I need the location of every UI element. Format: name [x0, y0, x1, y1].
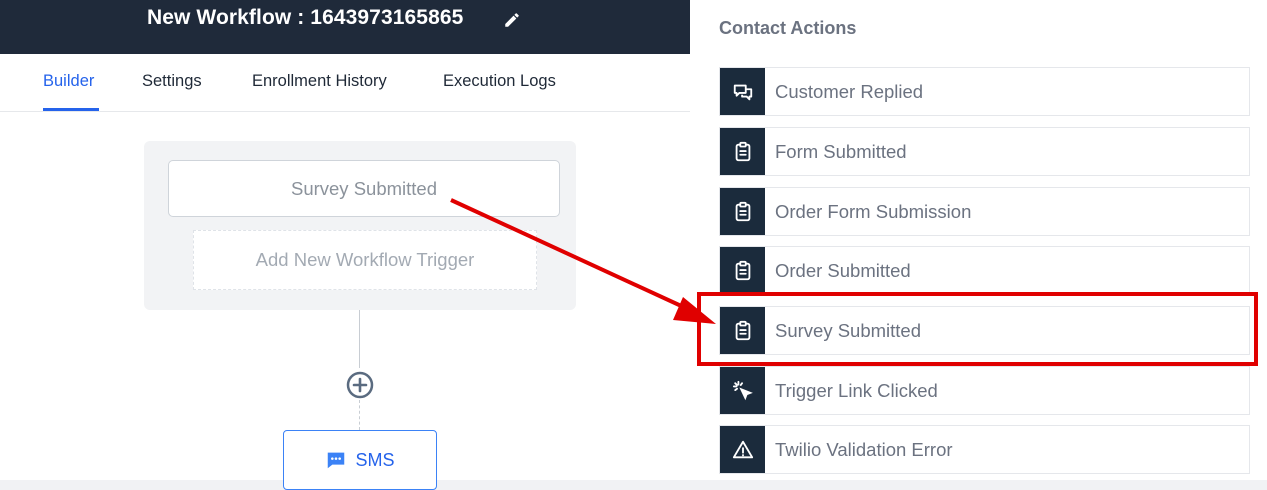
clipboard-icon: [735, 320, 750, 340]
action-label: Order Submitted: [775, 260, 911, 281]
add-step-icon[interactable]: [345, 370, 375, 400]
workflow-header: New Workflow : 1643973165865: [0, 0, 690, 54]
tab-bar: Builder Settings Enrollment History Exec…: [0, 54, 690, 112]
sms-action-card[interactable]: SMS: [283, 430, 437, 490]
action-label: Survey Submitted: [775, 320, 922, 341]
action-label: Customer Replied: [775, 81, 924, 102]
action-survey-submitted[interactable]: Survey Submitted: [719, 306, 1250, 355]
action-form-submitted[interactable]: Form Submitted: [719, 127, 1250, 176]
action-order-form-submission[interactable]: Order Form Submission: [719, 187, 1250, 236]
action-trigger-link-clicked[interactable]: Trigger Link Clicked: [719, 366, 1250, 415]
warning-triangle-icon: [732, 440, 753, 458]
tab-builder[interactable]: Builder: [43, 72, 94, 91]
action-label: Form Submitted: [775, 141, 907, 162]
action-label: Order Form Submission: [775, 201, 972, 222]
clipboard-icon: [735, 141, 750, 161]
pencil-icon[interactable]: [503, 11, 521, 29]
clipboard-icon: [735, 260, 750, 280]
sms-label: SMS: [355, 449, 395, 470]
connector-line: [359, 310, 360, 368]
panel-title: Contact Actions: [719, 18, 857, 38]
action-order-submitted[interactable]: Order Submitted: [719, 246, 1250, 295]
tab-settings[interactable]: Settings: [142, 72, 202, 91]
tab-enrollment-history[interactable]: Enrollment History: [252, 72, 387, 91]
action-customer-replied[interactable]: Customer Replied: [719, 67, 1250, 116]
trigger-card[interactable]: Survey Submitted: [168, 160, 560, 217]
connector-dashed-line: [359, 400, 360, 430]
active-tab-indicator: [43, 108, 99, 111]
tab-execution-logs[interactable]: Execution Logs: [443, 72, 556, 91]
clipboard-icon: [735, 201, 750, 221]
action-label: Trigger Link Clicked: [775, 380, 938, 401]
action-label: Twilio Validation Error: [775, 439, 953, 460]
chat-bubbles-icon: [733, 84, 752, 100]
add-trigger-button[interactable]: Add New Workflow Trigger: [193, 230, 537, 290]
action-twilio-validation-error[interactable]: Twilio Validation Error: [719, 425, 1250, 474]
cursor-click-icon: [732, 380, 753, 400]
workflow-title: New Workflow : 1643973165865: [147, 6, 464, 29]
sms-icon: [328, 452, 345, 469]
